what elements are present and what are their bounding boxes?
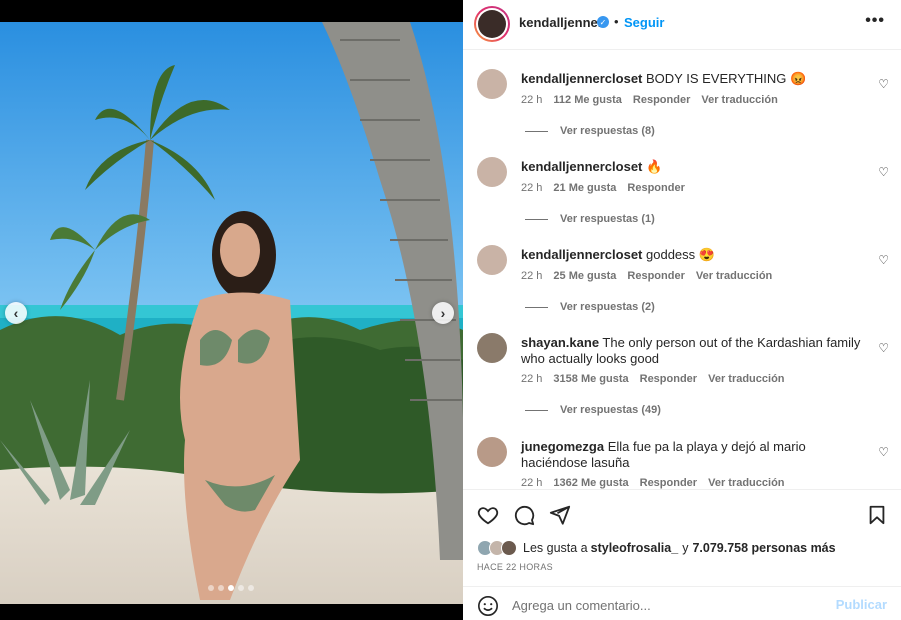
view-replies-label[interactable]: Ver respuestas (2): [560, 301, 655, 313]
comment-time: 22 h: [521, 94, 543, 106]
comment-meta: 22 h 112 Me gusta Responder Ver traducci…: [521, 94, 778, 106]
liker-avatars: [477, 540, 517, 556]
comment-time: 22 h: [521, 182, 543, 194]
view-replies-button[interactable]: Ver respuestas (1): [525, 213, 655, 225]
post-photo[interactable]: ‹ ›: [0, 0, 463, 620]
replies-divider: [525, 130, 548, 132]
likes-prefix: Les gusta a: [523, 541, 588, 555]
comment-meta: 22 h 1362 Me gusta Responder Ver traducc…: [521, 477, 785, 489]
comment-likes[interactable]: 1362 Me gusta: [553, 477, 628, 489]
comment-text: junegomezga Ella fue pa la playa y dejó …: [521, 439, 861, 471]
view-replies-label[interactable]: Ver respuestas (8): [560, 125, 655, 137]
post-actions: Les gusta a styleofrosalia_ y 7.079.758 …: [463, 489, 901, 619]
carousel-dot: [238, 585, 244, 591]
liker-avatar: [501, 540, 517, 556]
commenter-avatar[interactable]: [477, 437, 507, 467]
replies-divider: [525, 306, 548, 308]
comment-likes[interactable]: 3158 Me gusta: [553, 373, 628, 385]
carousel-dot: [248, 585, 254, 591]
share-icon[interactable]: [549, 504, 571, 526]
beach-photo-illustration: [0, 0, 463, 620]
comment-meta: 22 h 21 Me gusta Responder: [521, 182, 685, 194]
commenter-avatar[interactable]: [477, 245, 507, 275]
likes-middle: y: [682, 541, 689, 555]
likes-count[interactable]: 7.079.758 personas más: [692, 541, 835, 555]
separator-dot: •: [614, 14, 619, 29]
commenter-avatar[interactable]: [477, 69, 507, 99]
view-replies-button[interactable]: Ver respuestas (8): [525, 125, 655, 137]
next-photo-button[interactable]: ›: [432, 302, 454, 324]
emoji-icon[interactable]: [477, 595, 499, 617]
comment-text: kendalljennercloset BODY IS EVERYTHING 😡: [521, 71, 861, 87]
replies-divider: [525, 218, 548, 220]
comment-body: BODY IS EVERYTHING 😡: [642, 71, 807, 86]
comment-likes[interactable]: 25 Me gusta: [553, 270, 616, 282]
comment-text: kendalljennercloset 🔥: [521, 159, 861, 175]
heart-icon[interactable]: ♡: [878, 341, 889, 355]
commenter-avatar[interactable]: [477, 157, 507, 187]
carousel-dot: [218, 585, 224, 591]
carousel-dot-active: [228, 585, 234, 591]
author-username[interactable]: kendalljenner: [519, 15, 603, 30]
reply-button[interactable]: Responder: [640, 373, 697, 385]
reply-button[interactable]: Responder: [633, 94, 690, 106]
previous-photo-button[interactable]: ‹: [5, 302, 27, 324]
reply-button[interactable]: Responder: [640, 477, 697, 489]
post-timestamp: HACE 22 HORAS: [477, 562, 553, 572]
liker-username[interactable]: styleofrosalia_: [591, 541, 679, 555]
heart-icon[interactable]: ♡: [878, 165, 889, 179]
commenter-username[interactable]: kendalljennercloset: [521, 71, 642, 86]
chevron-left-icon: ‹: [13, 305, 19, 321]
translate-button[interactable]: Ver traducción: [701, 94, 777, 106]
add-comment-bar: Publicar: [463, 586, 901, 620]
translate-button[interactable]: Ver traducción: [708, 477, 784, 489]
comment-time: 22 h: [521, 477, 543, 489]
comment-input[interactable]: [512, 595, 812, 615]
view-replies-label[interactable]: Ver respuestas (1): [560, 213, 655, 225]
bookmark-icon[interactable]: [866, 504, 888, 526]
verified-badge-icon: ✓: [597, 16, 609, 28]
comments-list[interactable]: kendalljennercloset BODY IS EVERYTHING 😡…: [463, 51, 901, 489]
post-sidebar: kendalljenner ✓ • Seguir ••• kendalljenn…: [463, 0, 901, 620]
view-replies-button[interactable]: Ver respuestas (49): [525, 404, 661, 416]
author-avatar[interactable]: [474, 6, 510, 42]
commenter-username[interactable]: junegomezga: [521, 439, 604, 454]
translate-button[interactable]: Ver traducción: [696, 270, 772, 282]
commenter-avatar[interactable]: [477, 333, 507, 363]
reply-button[interactable]: Responder: [627, 270, 684, 282]
comment-text: shayan.kane The only person out of the K…: [521, 335, 861, 367]
comment-body: goddess 😍: [642, 247, 715, 262]
comment-time: 22 h: [521, 373, 543, 385]
heart-icon[interactable]: ♡: [878, 445, 889, 459]
heart-icon[interactable]: [477, 504, 499, 526]
comment-text: kendalljennercloset goddess 😍: [521, 247, 861, 263]
commenter-username[interactable]: kendalljennercloset: [521, 247, 642, 262]
heart-icon[interactable]: ♡: [878, 253, 889, 267]
translate-button[interactable]: Ver traducción: [708, 373, 784, 385]
follow-button[interactable]: Seguir: [624, 15, 664, 30]
comment-meta: 22 h 3158 Me gusta Responder Ver traducc…: [521, 373, 785, 385]
commenter-username[interactable]: kendalljennercloset: [521, 159, 642, 174]
comment-likes[interactable]: 21 Me gusta: [553, 182, 616, 194]
comment-icon[interactable]: [513, 504, 535, 526]
carousel-dots: [208, 585, 254, 591]
view-replies-label[interactable]: Ver respuestas (49): [560, 404, 661, 416]
commenter-username[interactable]: shayan.kane: [521, 335, 599, 350]
likes-summary[interactable]: Les gusta a styleofrosalia_ y 7.079.758 …: [477, 540, 836, 556]
post-modal: ‹ › kendalljenner ✓ • Seguir ••• kendall…: [0, 0, 901, 620]
comment-meta: 22 h 25 Me gusta Responder Ver traducció…: [521, 270, 772, 282]
chevron-right-icon: ›: [440, 305, 446, 321]
more-icon[interactable]: •••: [865, 12, 885, 30]
view-replies-button[interactable]: Ver respuestas (2): [525, 301, 655, 313]
comment-time: 22 h: [521, 270, 543, 282]
reply-button[interactable]: Responder: [627, 182, 684, 194]
carousel-dot: [208, 585, 214, 591]
heart-icon[interactable]: ♡: [878, 77, 889, 91]
post-header: kendalljenner ✓ • Seguir •••: [463, 0, 901, 50]
comment-likes[interactable]: 112 Me gusta: [553, 94, 621, 106]
replies-divider: [525, 409, 548, 411]
comment-body: 🔥: [642, 159, 663, 174]
action-icons: [477, 504, 571, 526]
publish-button[interactable]: Publicar: [836, 597, 887, 612]
